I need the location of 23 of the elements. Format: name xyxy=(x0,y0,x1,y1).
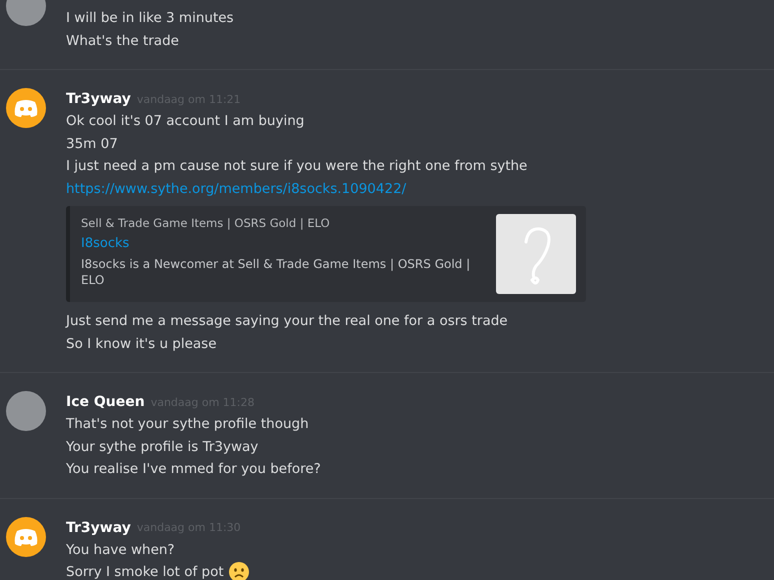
embed-provider: Sell & Trade Game Items | OSRS Gold | ELO xyxy=(81,215,331,232)
message-text: That's not your sythe profile though xyxy=(66,415,310,434)
message-text: Sorry I smoke lot of pot xyxy=(66,563,224,580)
embed-description: I8socks is a Newcomer at Sell & Trade Game Items | OSRS Gold | ELO xyxy=(81,256,471,288)
username[interactable]: Tr3yway xyxy=(66,91,131,107)
avatar-photo xyxy=(6,391,46,431)
message-text: Just send me a message saying your the real one for a osrs trade xyxy=(66,312,509,331)
message-text: You realise I've mmed for you before? xyxy=(66,460,322,479)
message-text: I will be in like 3 minutes xyxy=(66,9,235,28)
message-link[interactable]: https://www.sythe.org/members/i8socks.1090422/ xyxy=(66,180,406,196)
username[interactable]: Ice Queen xyxy=(66,394,145,410)
embed-title-link[interactable]: I8socks xyxy=(81,232,130,256)
message-text: I just need a pm cause not sure if you were the right one from sythe xyxy=(66,157,528,176)
message-text: So I know it's u please xyxy=(66,334,218,354)
game-controller-logo-avatar xyxy=(6,88,46,128)
game-controller-logo-avatar xyxy=(6,516,46,556)
message-text: Your sythe profile is Tr3yway xyxy=(66,438,260,456)
message-text: 35m 07 xyxy=(66,134,119,154)
message-text: What's the trade xyxy=(66,32,180,50)
message-text: Ok cool it's 07 account I am buying xyxy=(66,112,306,131)
message-text: You have when? xyxy=(66,540,176,560)
username[interactable]: Tr3yway xyxy=(66,520,131,536)
frowning-face-icon xyxy=(228,562,249,580)
